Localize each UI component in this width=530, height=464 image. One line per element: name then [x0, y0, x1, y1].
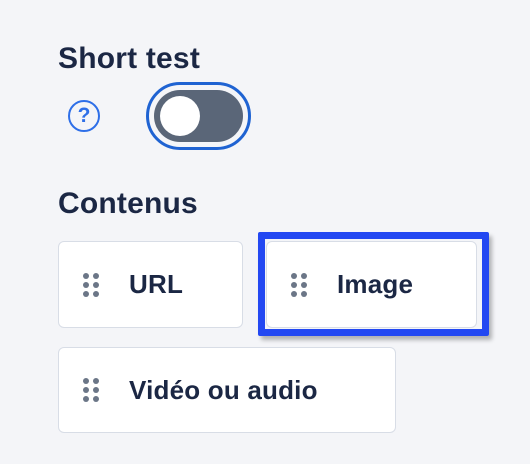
toggle-track — [154, 90, 243, 142]
content-item-image[interactable]: Image — [266, 241, 477, 328]
contents-title: Contenus — [58, 187, 198, 220]
short-test-title: Short test — [58, 42, 201, 75]
content-item-label: URL — [129, 269, 184, 299]
drag-handle-icon[interactable] — [83, 272, 99, 297]
content-item-label: Image — [337, 269, 414, 299]
content-item-label: Vidéo ou audio — [129, 374, 318, 405]
short-test-toggle[interactable] — [146, 82, 251, 150]
question-circle-icon[interactable]: ? — [68, 100, 100, 132]
drag-handle-icon[interactable] — [83, 378, 99, 402]
content-item-url[interactable]: URL — [58, 241, 243, 328]
toggle-knob — [160, 96, 200, 136]
drag-handle-icon[interactable] — [291, 272, 307, 297]
content-item-video-audio[interactable]: Vidéo ou audio — [58, 347, 396, 433]
